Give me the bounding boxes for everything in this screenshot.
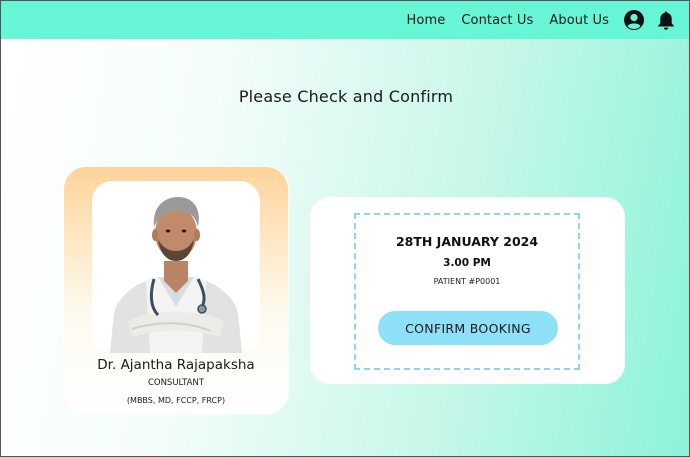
booking-date: 28TH JANUARY 2024: [395, 234, 539, 249]
booking-time: 3.00 PM: [443, 257, 491, 269]
booking-details-box: 28TH JANUARY 2024 3.00 PM PATIENT #P0001…: [354, 213, 580, 370]
doctor-photo: [92, 181, 260, 353]
page-title-text: Please Check and Confirm: [238, 87, 454, 106]
doctor-role: CONSULTANT: [147, 378, 205, 388]
page-title: Please Check and Confirm: [1, 87, 690, 106]
user-account-icon[interactable]: [623, 9, 645, 31]
doctor-qualifications: (MBBS, MD, FCCP, FRCP): [126, 396, 226, 405]
doctor-name: Dr. Ajantha Rajapaksha: [97, 357, 255, 373]
patient-id: PATIENT #P0001: [433, 277, 501, 286]
top-navbar: Home Contact Us About Us: [1, 1, 689, 39]
doctor-card: Dr. Ajantha Rajapaksha CONSULTANT (MBBS,…: [64, 167, 288, 414]
booking-summary-card: 28TH JANUARY 2024 3.00 PM PATIENT #P0001…: [310, 197, 625, 384]
confirm-booking-button[interactable]: CONFIRM BOOKING: [378, 311, 558, 345]
nav-link-home[interactable]: Home: [407, 13, 446, 28]
nav-link-about-us[interactable]: About Us: [549, 13, 609, 28]
notification-bell-icon[interactable]: [657, 10, 675, 31]
nav-link-contact-us[interactable]: Contact Us: [461, 13, 533, 28]
